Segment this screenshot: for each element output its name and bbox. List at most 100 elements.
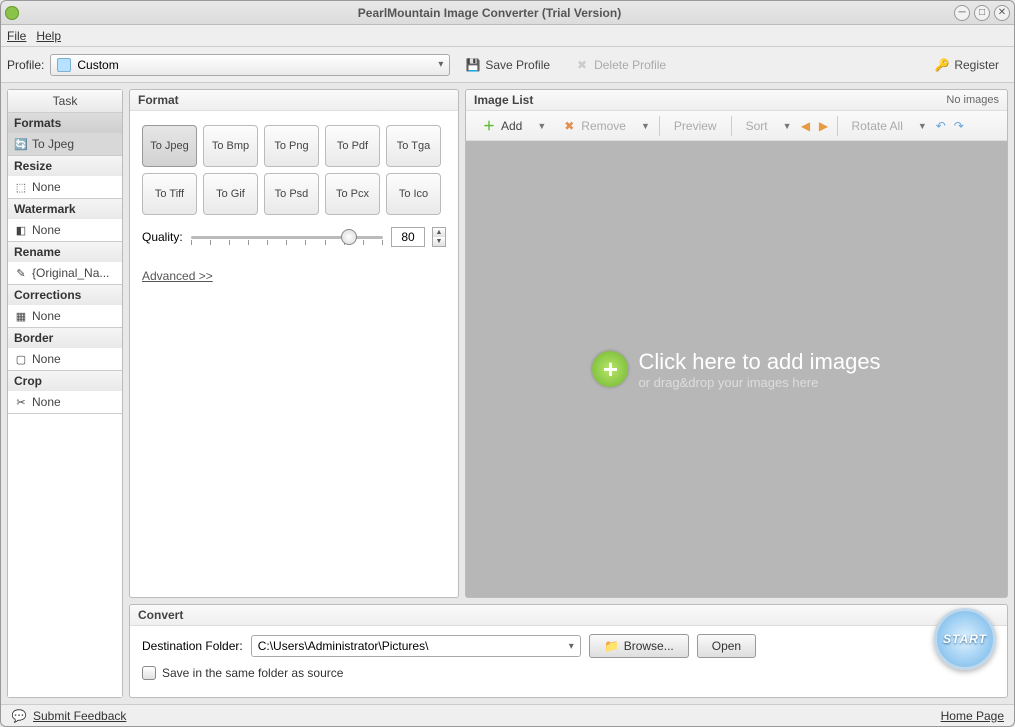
delete-profile-button[interactable]: ✖ Delete Profile: [565, 52, 675, 78]
rotate-all-button[interactable]: Rotate All: [843, 114, 912, 138]
task-value[interactable]: 🔄To Jpeg: [8, 133, 122, 155]
dropzone-text-sub: or drag&drop your images here: [638, 375, 880, 390]
quality-slider[interactable]: [191, 227, 383, 247]
x-icon: ✖: [561, 118, 577, 134]
sort-dropdown[interactable]: ▼: [779, 121, 796, 131]
pencil-icon: ✎: [14, 266, 28, 280]
task-group-border[interactable]: Border▢None: [8, 328, 122, 371]
task-value[interactable]: ⬚None: [8, 176, 122, 198]
home-page-link[interactable]: Home Page: [941, 709, 1004, 723]
submit-feedback-link[interactable]: Submit Feedback: [33, 709, 126, 723]
format-to-gif[interactable]: To Gif: [203, 173, 258, 215]
format-to-tiff[interactable]: To Tiff: [142, 173, 197, 215]
profile-label: Profile:: [7, 58, 44, 72]
floppy-icon: 💾: [465, 57, 481, 73]
add-dropdown[interactable]: ▼: [533, 121, 550, 131]
task-panel: Task Formats🔄To JpegResize⬚NoneWatermark…: [7, 89, 123, 698]
task-value[interactable]: ◧None: [8, 219, 122, 241]
remove-dropdown[interactable]: ▼: [637, 121, 654, 131]
rotate-right-icon[interactable]: ↷: [951, 118, 967, 134]
task-head: Rename: [8, 242, 122, 262]
task-head: Crop: [8, 371, 122, 391]
format-to-jpeg[interactable]: To Jpeg: [142, 125, 197, 167]
imagelist-panel: Image List No images ＋ Add ▼ ✖ Remove ▼: [465, 89, 1008, 598]
remove-button[interactable]: ✖ Remove: [552, 114, 635, 138]
key-icon: 🔑: [934, 57, 950, 73]
register-button[interactable]: 🔑 Register: [925, 52, 1008, 78]
imagelist-dropzone[interactable]: + Click here to add images or drag&drop …: [466, 141, 1007, 597]
destination-input[interactable]: C:\Users\Administrator\Pictures\: [251, 635, 581, 657]
plus-icon: ＋: [481, 118, 497, 134]
add-button[interactable]: ＋ Add: [472, 114, 531, 138]
convert-title: Convert: [138, 608, 183, 622]
rotate-left-icon[interactable]: ↶: [933, 118, 949, 134]
task-value[interactable]: ▦None: [8, 305, 122, 327]
format-title: Format: [138, 93, 179, 107]
advanced-link[interactable]: Advanced >>: [142, 269, 446, 283]
task-head: Formats: [8, 113, 122, 133]
feedback-icon: 💬: [11, 708, 27, 724]
rotate-dropdown[interactable]: ▼: [914, 121, 931, 131]
task-head: Resize: [8, 156, 122, 176]
delete-icon: ✖: [574, 57, 590, 73]
arrow-right-icon[interactable]: ▶: [816, 118, 832, 134]
watermark-icon: ◧: [14, 223, 28, 237]
arrow-left-icon[interactable]: ◀: [798, 118, 814, 134]
corrections-icon: ▦: [14, 309, 28, 323]
open-button[interactable]: Open: [697, 634, 756, 658]
app-logo-icon: [5, 6, 19, 20]
format-to-pcx[interactable]: To Pcx: [325, 173, 380, 215]
refresh-icon: 🔄: [14, 137, 28, 151]
profile-icon: [57, 58, 71, 72]
format-to-ico[interactable]: To Ico: [386, 173, 441, 215]
save-profile-button[interactable]: 💾 Save Profile: [456, 52, 559, 78]
window-title: PearlMountain Image Converter (Trial Ver…: [25, 6, 954, 20]
preview-button[interactable]: Preview: [665, 114, 726, 138]
task-group-watermark[interactable]: Watermark◧None: [8, 199, 122, 242]
menubar: File Help: [1, 25, 1014, 47]
titlebar: PearlMountain Image Converter (Trial Ver…: [1, 1, 1014, 25]
format-to-psd[interactable]: To Psd: [264, 173, 319, 215]
same-folder-checkbox[interactable]: [142, 666, 156, 680]
start-button[interactable]: START: [934, 608, 996, 670]
big-plus-icon: +: [592, 351, 628, 387]
task-group-resize[interactable]: Resize⬚None: [8, 156, 122, 199]
folder-icon: 📁: [604, 638, 620, 654]
same-folder-label: Save in the same folder as source: [162, 666, 343, 680]
task-value[interactable]: ▢None: [8, 348, 122, 370]
task-value[interactable]: ✎{Original_Na...: [8, 262, 122, 284]
dropzone-text-main: Click here to add images: [638, 349, 880, 375]
destination-label: Destination Folder:: [142, 639, 243, 653]
toolbar: Profile: Custom 💾 Save Profile ✖ Delete …: [1, 47, 1014, 83]
maximize-button[interactable]: □: [974, 5, 990, 21]
task-group-corrections[interactable]: Corrections▦None: [8, 285, 122, 328]
format-to-tga[interactable]: To Tga: [386, 125, 441, 167]
format-to-bmp[interactable]: To Bmp: [203, 125, 258, 167]
convert-panel: Convert Destination Folder: C:\Users\Adm…: [129, 604, 1008, 698]
menu-file[interactable]: File: [7, 29, 26, 43]
close-button[interactable]: ✕: [994, 5, 1010, 21]
quality-spinner[interactable]: ▲▼: [432, 227, 446, 247]
task-group-crop[interactable]: Crop✂None: [8, 371, 122, 414]
minimize-button[interactable]: ─: [954, 5, 970, 21]
task-head: Corrections: [8, 285, 122, 305]
sort-button[interactable]: Sort: [737, 114, 777, 138]
resize-icon: ⬚: [14, 180, 28, 194]
profile-select[interactable]: Custom: [50, 54, 450, 76]
task-value[interactable]: ✂None: [8, 391, 122, 413]
format-to-pdf[interactable]: To Pdf: [325, 125, 380, 167]
profile-value: Custom: [77, 58, 118, 72]
task-group-formats[interactable]: Formats🔄To Jpeg: [8, 113, 122, 156]
task-group-rename[interactable]: Rename✎{Original_Na...: [8, 242, 122, 285]
browse-button[interactable]: 📁 Browse...: [589, 634, 689, 658]
imagelist-toolbar: ＋ Add ▼ ✖ Remove ▼ Preview Sort ▼ ◀ ▶: [466, 111, 1007, 141]
menu-help[interactable]: Help: [36, 29, 61, 43]
task-panel-title: Task: [8, 90, 122, 113]
format-to-png[interactable]: To Png: [264, 125, 319, 167]
format-panel: Format To JpegTo BmpTo PngTo PdfTo TgaTo…: [129, 89, 459, 598]
quality-label: Quality:: [142, 230, 183, 244]
crop-icon: ✂: [14, 395, 28, 409]
imagelist-title: Image List: [474, 93, 533, 107]
quality-input[interactable]: [391, 227, 425, 247]
task-head: Border: [8, 328, 122, 348]
